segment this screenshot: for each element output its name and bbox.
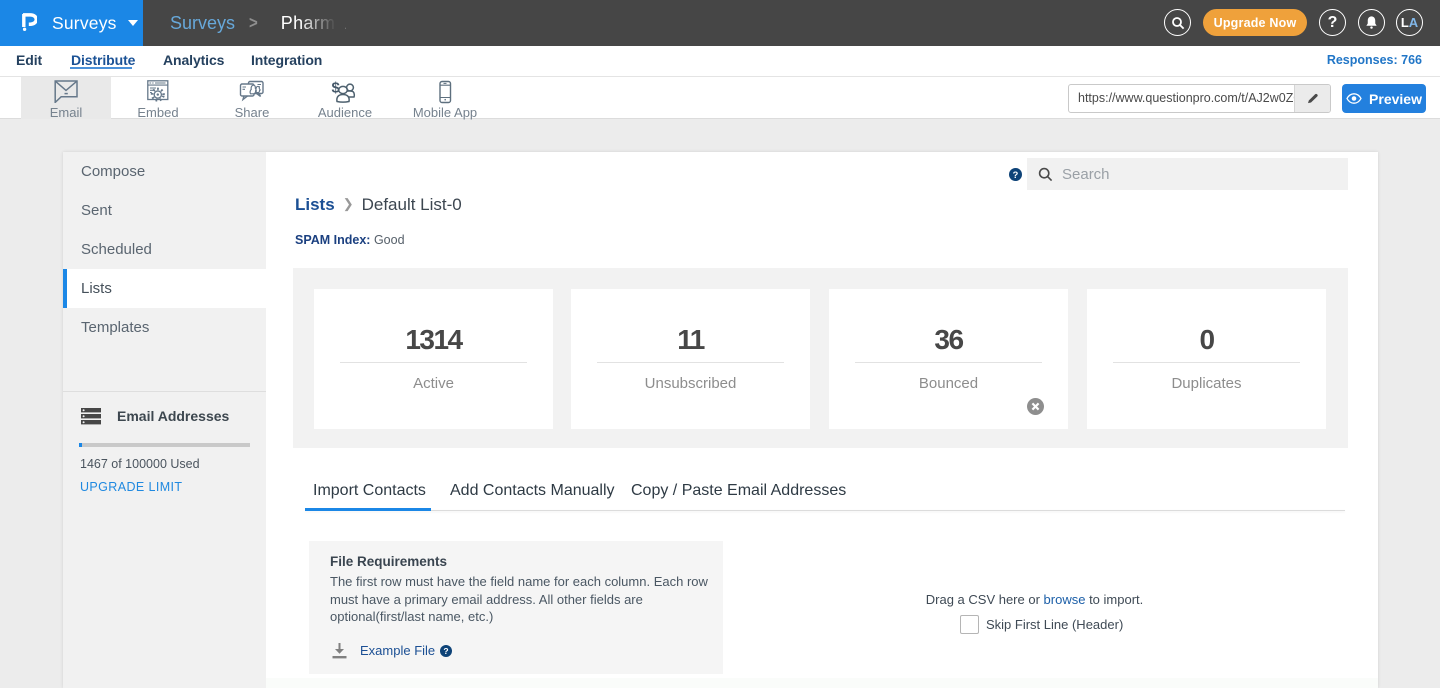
- svg-text:?: ?: [444, 646, 449, 656]
- svg-text:?: ?: [1013, 170, 1019, 180]
